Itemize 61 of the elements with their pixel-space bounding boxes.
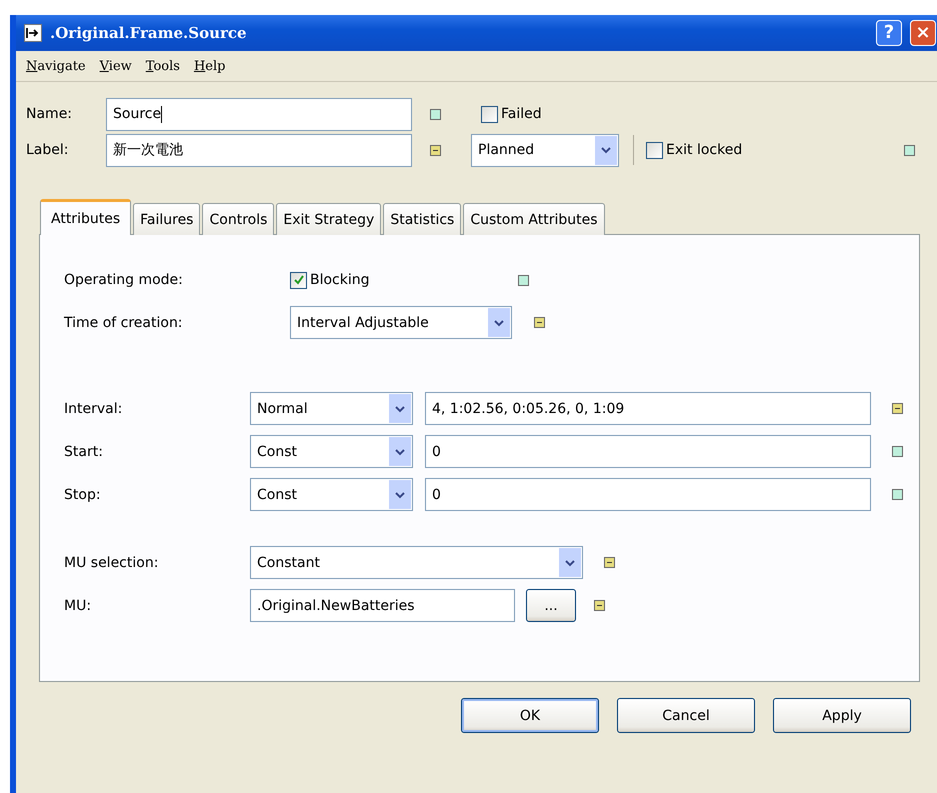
checkbox-label: Failed xyxy=(501,106,542,122)
tab[interactable]: Custom Attributes xyxy=(463,203,605,235)
inheritance-icon[interactable] xyxy=(594,600,605,611)
tab[interactable]: Statistics xyxy=(383,203,462,235)
help-button[interactable]: ? xyxy=(876,20,902,46)
name-field[interactable]: Source xyxy=(106,98,412,130)
chevron-down-icon xyxy=(395,448,405,456)
menu-item[interactable]: Help xyxy=(194,58,226,74)
browse-button[interactable]: ... xyxy=(526,589,576,622)
tab[interactable]: Failures xyxy=(133,203,200,235)
field-label: MU selection: xyxy=(64,554,160,570)
field-label: Operating mode: xyxy=(64,272,184,288)
menu-item[interactable]: Navigate xyxy=(26,58,86,74)
value-field[interactable]: 0 xyxy=(425,478,871,511)
label-field[interactable]: 新一次電池 xyxy=(106,134,412,166)
inheritance-icon[interactable] xyxy=(904,144,915,156)
checkbox[interactable] xyxy=(481,106,498,122)
checkbox-label: Blocking xyxy=(310,272,371,288)
inheritance-icon[interactable] xyxy=(892,446,903,457)
tab[interactable]: Controls xyxy=(202,203,274,235)
dialog-button[interactable]: Apply xyxy=(773,698,911,733)
checkbox[interactable] xyxy=(646,142,663,158)
inheritance-icon[interactable] xyxy=(604,557,615,568)
inheritance-icon[interactable] xyxy=(430,144,441,156)
chevron-down-icon xyxy=(601,146,611,154)
inheritance-icon[interactable] xyxy=(892,489,903,500)
field-label: Interval: xyxy=(64,400,124,416)
tab[interactable]: Exit Strategy xyxy=(276,203,382,235)
field-label: Time of creation: xyxy=(64,314,184,330)
plan-dropdown[interactable]: Planned xyxy=(471,134,619,166)
checkmark-icon xyxy=(292,274,304,286)
inheritance-icon[interactable] xyxy=(518,274,529,286)
field-label: MU: xyxy=(64,598,92,614)
mu-field[interactable]: .Original.NewBatteries xyxy=(250,589,515,622)
mu-selection-dropdown[interactable]: Constant xyxy=(250,546,583,579)
close-button[interactable]: × xyxy=(910,20,936,46)
checkbox-label: Exit locked xyxy=(666,142,742,158)
chevron-down-icon xyxy=(494,318,504,326)
field-label: Label: xyxy=(26,142,70,158)
field-label: Name: xyxy=(26,106,74,122)
tab[interactable]: Attributes xyxy=(40,199,132,235)
inheritance-icon[interactable] xyxy=(892,403,903,414)
chevron-down-icon xyxy=(395,404,405,412)
creation-dropdown[interactable]: Interval Adjustable xyxy=(290,306,512,339)
distribution-dropdown[interactable]: Const xyxy=(250,478,413,511)
field-label: Stop: xyxy=(64,486,102,502)
dialog-button[interactable]: Cancel xyxy=(617,698,755,733)
value-field[interactable]: 0 xyxy=(425,435,871,468)
menu-item[interactable]: Tools xyxy=(146,58,180,74)
value-field[interactable]: 4, 1:02.56, 0:05.26, 0, 1:09 xyxy=(425,392,871,425)
chevron-down-icon xyxy=(395,490,405,498)
inheritance-icon[interactable] xyxy=(534,317,545,328)
window-title: .Original.Frame.Source xyxy=(50,24,248,42)
menu-item[interactable]: View xyxy=(100,58,132,74)
checkbox[interactable] xyxy=(290,272,307,288)
chevron-down-icon xyxy=(565,558,575,566)
distribution-dropdown[interactable]: Const xyxy=(250,435,413,468)
dialog-button[interactable]: OK xyxy=(461,698,599,733)
field-label: Start: xyxy=(64,444,104,460)
inheritance-icon[interactable] xyxy=(430,108,441,120)
distribution-dropdown[interactable]: Normal xyxy=(250,392,413,425)
